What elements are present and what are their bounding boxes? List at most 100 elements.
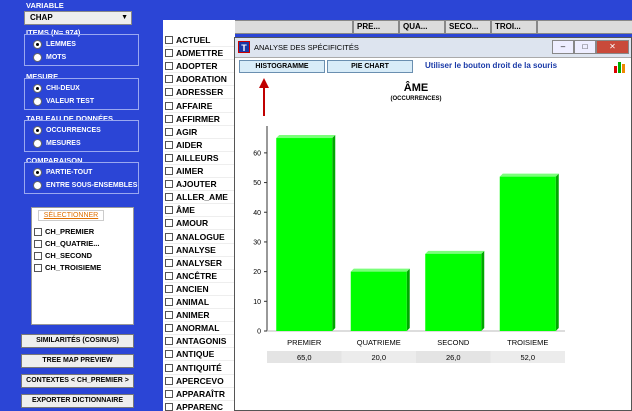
checkbox-icon	[165, 167, 173, 175]
bar[interactable]	[350, 271, 407, 331]
app-icon: T	[238, 41, 250, 53]
column-header-second[interactable]: SECO...	[445, 20, 491, 34]
word-row[interactable]: ACTUEL	[165, 34, 235, 47]
word-row[interactable]: ANTIQUE	[165, 348, 235, 362]
word-row[interactable]: APPARAÎTR	[165, 388, 235, 401]
y-tick-label: 20	[253, 269, 261, 276]
word-row[interactable]: AGIR	[165, 126, 235, 139]
checkbox-icon	[165, 101, 173, 110]
word-label: ANTIQUE	[176, 349, 215, 360]
radio-valeur-test[interactable]: VALEUR TEST	[33, 97, 94, 106]
checkbox-icon	[165, 363, 173, 372]
word-label: AIDER	[176, 139, 203, 150]
radio-icon	[33, 40, 42, 49]
word-row[interactable]: ANCIEN	[165, 283, 235, 296]
radio-icon	[33, 53, 42, 62]
x-category-label: SECOND	[437, 338, 470, 347]
word-row[interactable]: ANALYSE	[165, 244, 235, 257]
bar-top	[350, 268, 410, 272]
exporter-dictionnaire-button[interactable]: EXPORTER DICTIONNAIRE	[21, 394, 134, 408]
column-header-troisieme[interactable]: TROI...	[491, 20, 537, 34]
word-row[interactable]: APERCEVO	[165, 375, 235, 388]
check-item-troisieme[interactable]: CH_TROISIEME	[34, 263, 101, 272]
histogram-tab[interactable]: HISTOGRAMME	[239, 60, 325, 73]
radio-label: VALEUR TEST	[46, 98, 95, 105]
radio-partie-tout[interactable]: PARTIE-TOUT	[33, 168, 92, 177]
variable-select[interactable]: CHAP ▼	[24, 11, 132, 25]
word-row[interactable]: AJOUTER	[165, 178, 235, 192]
checkbox-icon	[165, 140, 173, 149]
close-button[interactable]: ✕	[596, 40, 629, 54]
chart-export-icon[interactable]	[613, 58, 627, 74]
word-row[interactable]: ANORMAL	[165, 322, 235, 336]
word-row[interactable]: AFFAIRE	[165, 100, 235, 113]
checkbox-icon	[165, 232, 173, 241]
word-row[interactable]: ANALYSER	[165, 257, 235, 270]
check-label: CH_TROISIEME	[45, 263, 102, 272]
word-label: APERCEVO	[176, 375, 224, 386]
similarites-button[interactable]: SIMILARITÉS (COSINUS)	[21, 334, 134, 348]
bar-side	[481, 250, 485, 331]
word-row[interactable]: AILLEURS	[165, 152, 235, 165]
checkbox-icon	[165, 193, 173, 202]
word-row[interactable]: ADORATION	[165, 73, 235, 87]
bar-side	[555, 173, 559, 331]
bar-top	[499, 173, 559, 177]
checkbox-icon	[165, 389, 173, 398]
minimize-button[interactable]: –	[552, 40, 574, 54]
tableau-group: OCCURRENCES MESURES	[24, 120, 139, 152]
radio-chi-deux[interactable]: CHI-DEUX	[33, 84, 80, 93]
column-header-premier[interactable]: PRE...	[353, 20, 399, 34]
checkbox-icon	[165, 311, 173, 320]
word-label: ADMETTRE	[176, 48, 224, 59]
word-label: AJOUTER	[176, 179, 217, 190]
window-titlebar[interactable]: T ANALYSE DES SPÉCIFICITÉS – □ ✕	[235, 38, 631, 58]
check-item-second[interactable]: CH_SECOND	[34, 251, 92, 260]
bar[interactable]	[276, 138, 333, 331]
radio-mesures[interactable]: MESURES	[33, 139, 81, 148]
word-row[interactable]: ALLER_AME	[165, 191, 235, 205]
bar[interactable]	[499, 176, 556, 331]
checkbox-icon	[34, 251, 42, 260]
word-row[interactable]: ÂME	[165, 204, 235, 218]
tree-map-preview-button[interactable]: TREE MAP PREVIEW	[21, 354, 134, 368]
select-all-button[interactable]: SÉLECTIONNER	[38, 210, 104, 221]
column-header-empty	[537, 20, 632, 34]
mesure-group: CHI-DEUX VALEUR TEST	[24, 78, 139, 110]
word-row[interactable]: AIMER	[165, 165, 235, 178]
word-row[interactable]: ANTAGONIS	[165, 335, 235, 349]
word-row[interactable]: ANCÊTRE	[165, 270, 235, 283]
pie-chart-tab[interactable]: PIE CHART	[327, 60, 413, 73]
checkbox-icon	[34, 227, 42, 236]
value-label: 26,0	[446, 353, 461, 362]
radio-occurrences[interactable]: OCCURRENCES	[33, 126, 101, 135]
word-row[interactable]: ANIMER	[165, 309, 235, 323]
radio-entre-sous-ensembles[interactable]: ENTRE SOUS-ENSEMBLES	[33, 181, 137, 190]
bar-top	[425, 250, 485, 254]
maximize-button[interactable]: □	[574, 40, 596, 54]
word-row[interactable]: ADMETTRE	[165, 47, 235, 61]
checkbox-icon	[165, 127, 173, 136]
contextes-button[interactable]: CONTEXTES < CH_PREMIER >	[21, 374, 134, 388]
word-label: AGIR	[176, 126, 198, 137]
word-row[interactable]: ANIMAL	[165, 296, 235, 309]
word-row[interactable]: AMOUR	[165, 217, 235, 231]
radio-label: ENTRE SOUS-ENSEMBLES	[46, 182, 138, 189]
check-item-premier[interactable]: CH_PREMIER	[34, 227, 94, 236]
word-row[interactable]: AFFIRMER	[165, 113, 235, 126]
word-row[interactable]: ANTIQUITÉ	[165, 362, 235, 375]
word-row[interactable]: ADRESSER	[165, 86, 235, 100]
word-label: ANIMER	[176, 310, 210, 321]
radio-lemmes[interactable]: LEMMES	[33, 40, 76, 49]
word-row[interactable]: ADOPTER	[165, 60, 235, 74]
column-header-quatrieme[interactable]: QUA...	[399, 20, 445, 34]
word-row[interactable]: APPARENC	[165, 401, 235, 411]
word-row[interactable]: AIDER	[165, 139, 235, 152]
radio-mots[interactable]: MOTS	[33, 53, 66, 62]
y-tick-label: 40	[253, 210, 261, 217]
bar[interactable]	[425, 253, 482, 331]
word-row[interactable]: ANALOGUE	[165, 231, 235, 244]
checkbox-icon	[165, 62, 173, 71]
check-item-quatrieme[interactable]: CH_QUATRIE...	[34, 239, 99, 248]
chart-title: ÂME	[404, 81, 428, 94]
